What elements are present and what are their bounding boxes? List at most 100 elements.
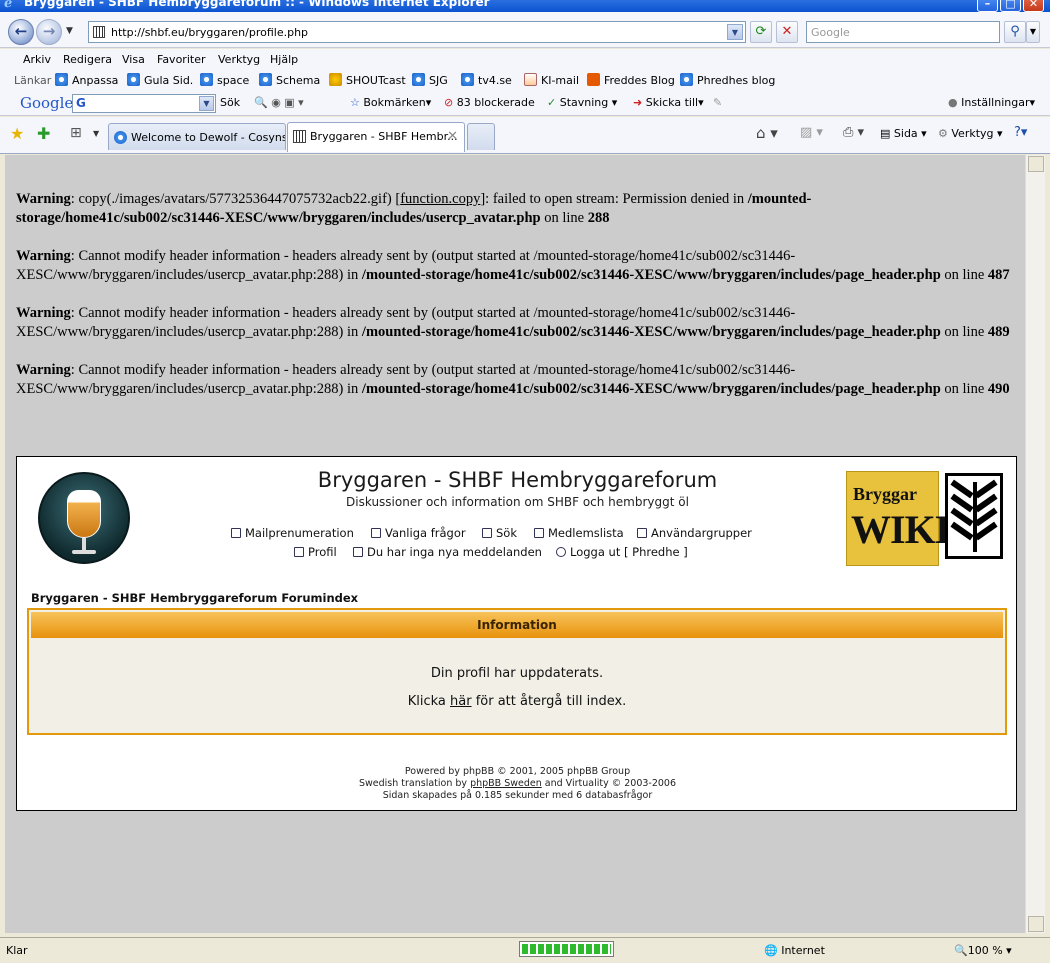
- forum-footer: Powered by phpBB © 2001, 2005 phpBB Grou…: [17, 766, 1018, 802]
- nav-memberlist[interactable]: Medlemslista: [534, 526, 624, 540]
- menu-verktyg[interactable]: Verktyg: [218, 53, 260, 66]
- mail-icon: [231, 528, 241, 538]
- close-tab-icon[interactable]: ✕: [447, 129, 458, 144]
- menu-arkiv[interactable]: Arkiv: [23, 53, 51, 66]
- popup-blocked-button[interactable]: ⊘ 83 blockerade: [444, 96, 535, 109]
- address-input[interactable]: http://shbf.eu/bryggaren/profile.php ▼: [88, 21, 746, 43]
- refresh-button[interactable]: ⟳: [750, 21, 772, 43]
- link-freddes-blog[interactable]: Freddes Blog: [587, 73, 675, 87]
- back-button[interactable]: ←: [8, 19, 34, 45]
- tab-list-dropdown-icon[interactable]: ▼: [93, 129, 99, 138]
- warning-text: : copy(./images/avatars/5773253644707573…: [70, 191, 401, 207]
- warning-label: Warning: [16, 248, 71, 264]
- information-box: Information Din profil har uppdaterats. …: [27, 608, 1007, 735]
- google-search-input[interactable]: G ▼: [72, 94, 216, 113]
- quick-tabs-icon[interactable]: ⊞: [70, 125, 82, 141]
- link-shoutcast[interactable]: SHOUTcast: [329, 73, 406, 87]
- print-icon[interactable]: ⎙ ▾: [843, 125, 864, 140]
- link-ki-mail[interactable]: KI-mail: [524, 73, 579, 87]
- nav-usergroups[interactable]: Användargrupper: [637, 526, 752, 540]
- link-label: Gula Sid.: [144, 74, 194, 87]
- page-menu-button[interactable]: ▤ Sida ▾: [880, 127, 927, 140]
- google-more-icons[interactable]: 🔍 ◉ ▣ ▾: [254, 96, 304, 109]
- tools-menu-button[interactable]: ⚙ Verktyg ▾: [938, 127, 1003, 140]
- forum-index-link[interactable]: Bryggaren - SHBF Hembryggareforum Forumi…: [31, 591, 358, 605]
- footer-powered-by: Powered by phpBB © 2001, 2005 phpBB Grou…: [404, 766, 631, 777]
- link-tv4[interactable]: tv4.se: [461, 73, 512, 87]
- ie-page-icon: [114, 131, 127, 144]
- history-dropdown-icon[interactable]: ▼: [66, 26, 73, 36]
- shbf-wheat-logo[interactable]: [945, 473, 1003, 559]
- add-favorite-icon[interactable]: ✚: [37, 124, 50, 143]
- address-dropdown-icon[interactable]: ▼: [727, 24, 743, 40]
- zoom-icon: 🔍: [954, 944, 968, 957]
- google-search-button[interactable]: Sök: [220, 96, 240, 109]
- stop-button[interactable]: ✕: [776, 21, 798, 43]
- wiki-logo-line2: WIKI: [851, 507, 950, 552]
- favorites-star-icon[interactable]: ★: [10, 124, 24, 143]
- function-copy-link[interactable]: function.copy: [400, 191, 480, 207]
- new-tab-button[interactable]: [467, 123, 495, 150]
- nav-mailprenumeration[interactable]: Mailprenumeration: [231, 526, 354, 540]
- tools-menu-label: Verktyg: [951, 127, 994, 140]
- spelling-label: Stavning: [559, 96, 609, 109]
- feeds-icon[interactable]: ▨ ▾: [800, 125, 823, 140]
- search-input[interactable]: Google: [806, 21, 1000, 43]
- menu-redigera[interactable]: Redigera: [63, 53, 112, 66]
- menu-hjalp[interactable]: Hjälp: [270, 53, 298, 66]
- return-text: för att återgå till index.: [471, 694, 627, 709]
- page-icon: ▤: [880, 127, 891, 140]
- warning-line: 288: [587, 210, 610, 226]
- menu-visa[interactable]: Visa: [122, 53, 145, 66]
- bookmarks-button[interactable]: ☆ Bokmärken▾: [350, 96, 431, 109]
- nav-search[interactable]: Sök: [482, 526, 517, 540]
- spelling-button[interactable]: ✓ Stavning ▾: [547, 96, 617, 109]
- link-label: Schema: [276, 74, 321, 87]
- tab-bryggaren[interactable]: Bryggaren - SHBF Hembr... ✕: [287, 122, 465, 152]
- search-icon[interactable]: ⚲: [1004, 21, 1026, 43]
- links-label: Länkar: [14, 74, 52, 87]
- nav-faq[interactable]: Vanliga frågor: [371, 526, 466, 540]
- bryggar-wiki-logo[interactable]: Bryggar WIKI: [846, 471, 950, 566]
- close-window-button[interactable]: ✕: [1023, 0, 1044, 12]
- link-gula-sid[interactable]: Gula Sid.: [127, 73, 193, 87]
- highlight-icon[interactable]: ✎: [713, 96, 722, 109]
- home-icon[interactable]: ⌂ ▾: [756, 124, 778, 142]
- forward-button[interactable]: →: [36, 19, 62, 45]
- google-dropdown-icon[interactable]: ▼: [199, 96, 214, 111]
- help-icon[interactable]: ?▾: [1014, 125, 1027, 140]
- return-to-index-link[interactable]: här: [450, 694, 472, 709]
- link-label: Anpassa: [72, 74, 119, 87]
- link-space[interactable]: space: [200, 73, 249, 87]
- vertical-scrollbar[interactable]: [1025, 155, 1045, 933]
- scroll-up-arrow[interactable]: [1028, 156, 1044, 172]
- link-anpassa[interactable]: Anpassa: [55, 73, 118, 87]
- search-options-dropdown-icon[interactable]: ▼: [1026, 21, 1040, 43]
- menu-favoriter[interactable]: Favoriter: [157, 53, 205, 66]
- phpbb-sweden-link[interactable]: phpBB Sweden: [470, 778, 542, 789]
- glass-base: [72, 550, 96, 554]
- address-toolbar: ← → ▼ http://shbf.eu/bryggaren/profile.p…: [0, 12, 1050, 48]
- scroll-down-arrow[interactable]: [1028, 916, 1044, 932]
- nav-profile[interactable]: Profil: [294, 545, 337, 559]
- tab-bar: ★ ✚ ⊞ ▼ Welcome to Dewolf - Cosyns Brygg…: [0, 117, 1050, 154]
- link-phredhes-blog[interactable]: Phredhes blog: [680, 73, 775, 87]
- warning-label: Warning: [16, 191, 71, 207]
- address-text[interactable]: http://shbf.eu/bryggaren/profile.php: [111, 26, 308, 39]
- nav-messages[interactable]: Du har inga nya meddelanden: [353, 545, 542, 559]
- link-sjg[interactable]: SJG: [412, 73, 448, 87]
- tab-welcome-dewolf[interactable]: Welcome to Dewolf - Cosyns: [108, 123, 286, 150]
- warning-text: ]: failed to open stream: Permission den…: [480, 191, 748, 207]
- minimize-button[interactable]: –: [977, 0, 998, 12]
- send-to-button[interactable]: ➜ Skicka till▾: [633, 96, 704, 109]
- link-schema[interactable]: Schema: [259, 73, 320, 87]
- maximize-button[interactable]: □: [1000, 0, 1021, 12]
- warning-line: 487: [987, 267, 1010, 283]
- security-zone[interactable]: 🌐 Internet: [764, 944, 825, 957]
- google-logo[interactable]: Google: [20, 94, 73, 112]
- google-logo-text: Google: [20, 94, 74, 112]
- nav-logout[interactable]: Logga ut [ Phredhe ]: [556, 545, 688, 559]
- settings-button[interactable]: ● Inställningar▾: [948, 96, 1035, 109]
- zoom-level[interactable]: 🔍100 % ▾: [954, 944, 1012, 957]
- nav-label: Profil: [308, 545, 337, 559]
